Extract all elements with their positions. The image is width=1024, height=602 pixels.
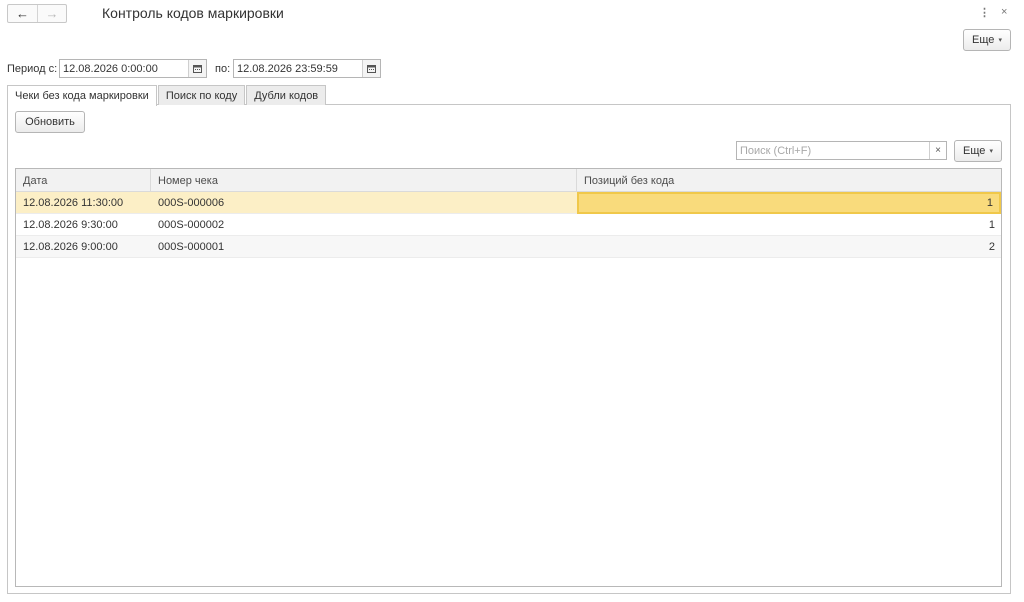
cell-date[interactable]: 12.08.2026 11:30:00	[16, 192, 151, 214]
cell-check-number[interactable]: 000S-000006	[151, 192, 577, 214]
calendar-icon[interactable]	[188, 60, 206, 77]
tab-bar: Чеки без кода маркировки Поиск по коду Д…	[7, 85, 327, 106]
cell-date[interactable]: 12.08.2026 9:30:00	[16, 214, 151, 236]
tab-search-by-code[interactable]: Поиск по коду	[157, 85, 246, 105]
navigation-buttons: ← →	[7, 4, 67, 23]
period-from-field[interactable]: 12.08.2026 0:00:00	[59, 59, 207, 78]
checks-table: Дата Номер чека Позиций без кода 12.08.2…	[15, 168, 1002, 587]
page-title: Контроль кодов маркировки	[102, 5, 284, 21]
form-more-label: Еще	[972, 34, 995, 46]
column-header-date[interactable]: Дата	[16, 169, 151, 192]
table-row[interactable]: 12.08.2026 9:00:00 000S-000001 2	[16, 236, 1001, 258]
search-input[interactable]	[737, 142, 929, 159]
chevron-down-icon: ▾	[998, 37, 1002, 44]
chevron-down-icon: ▾	[989, 148, 993, 155]
calendar-icon[interactable]	[362, 60, 380, 77]
search-field[interactable]: ×	[736, 141, 947, 160]
period-to-value: 12.08.2026 23:59:59	[237, 62, 338, 75]
column-header-check-number[interactable]: Номер чека	[151, 169, 577, 192]
tab-duplicate-codes[interactable]: Дубли кодов	[246, 85, 327, 105]
clear-icon[interactable]: ×	[929, 142, 946, 159]
period-from-value: 12.08.2026 0:00:00	[63, 62, 158, 75]
period-to-label: по:	[215, 63, 231, 75]
cell-positions-count[interactable]: 1	[577, 214, 1001, 236]
tab-checks-without-code[interactable]: Чеки без кода маркировки	[7, 85, 157, 106]
period-to-field[interactable]: 12.08.2026 23:59:59	[233, 59, 381, 78]
table-header: Дата Номер чека Позиций без кода	[16, 169, 1001, 192]
list-more-label: Еще	[963, 145, 986, 157]
table-row[interactable]: 12.08.2026 11:30:00 000S-000006 1	[16, 192, 1001, 214]
refresh-button[interactable]: Обновить	[15, 111, 85, 133]
cell-date[interactable]: 12.08.2026 9:00:00	[16, 236, 151, 258]
cell-check-number[interactable]: 000S-000002	[151, 214, 577, 236]
form-more-button[interactable]: Еще ▾	[963, 29, 1011, 51]
back-arrow-icon[interactable]: ←	[8, 5, 37, 22]
cell-check-number[interactable]: 000S-000001	[151, 236, 577, 258]
period-from-label: Период с:	[7, 63, 58, 75]
refresh-button-label: Обновить	[25, 116, 75, 128]
forward-arrow-icon[interactable]: →	[37, 5, 66, 22]
more-vertical-icon[interactable]: ⋮	[979, 6, 990, 19]
close-icon[interactable]: ×	[1001, 6, 1007, 18]
cell-positions-count[interactable]: 1	[577, 192, 1001, 214]
cell-positions-count[interactable]: 2	[577, 236, 1001, 258]
list-more-button[interactable]: Еще ▾	[954, 140, 1002, 162]
table-row[interactable]: 12.08.2026 9:30:00 000S-000002 1	[16, 214, 1001, 236]
column-header-positions-without-code[interactable]: Позиций без кода	[577, 169, 1001, 192]
